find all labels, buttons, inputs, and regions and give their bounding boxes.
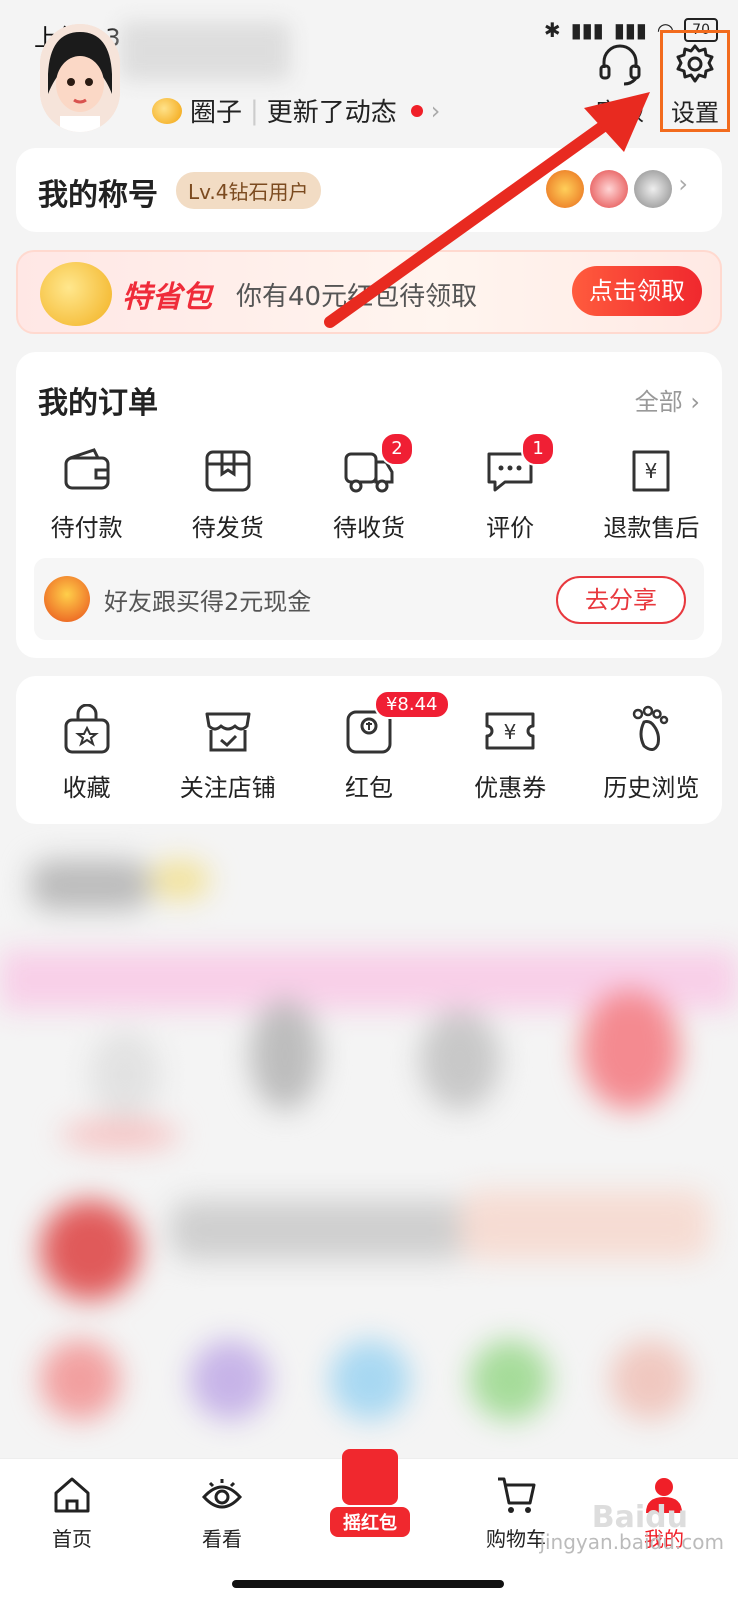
order-pending-payment[interactable]: 待付款 [22, 444, 152, 543]
title-card[interactable]: 我的称号 Lv.4钻石用户 › [16, 148, 722, 232]
promo-brand: 特省包 [122, 280, 212, 315]
bluetooth-icon: ✱ [543, 18, 561, 42]
tab-look-label: 看看 [202, 1527, 242, 1551]
promo-text: 你有40元红包待领取 [236, 282, 478, 312]
svg-text:¥: ¥ [645, 459, 658, 483]
order-pending-receive[interactable]: 2 待收货 [304, 432, 434, 543]
order-item-label: 评价 [486, 514, 535, 542]
order-badge: 1 [521, 432, 556, 466]
home-indicator[interactable] [232, 1580, 504, 1588]
tab-look[interactable]: 看看 [172, 1473, 272, 1552]
level-badge: Lv.4钻石用户 [176, 172, 321, 209]
medal-icon [634, 170, 673, 208]
share-text: 好友跟买得2元现金 [104, 588, 312, 616]
signal-icon-2: ▮▮▮ [613, 18, 647, 42]
wallet-icon [64, 448, 110, 490]
orders-title: 我的订单 [38, 386, 158, 421]
orders-all-link[interactable]: 全部 › [635, 382, 700, 417]
store-icon [205, 712, 251, 752]
medal-icon [590, 170, 629, 208]
blurred-username [120, 22, 290, 80]
refund-icon: ¥ [632, 450, 670, 492]
divider: | [250, 95, 259, 126]
tools-icon-row: 收藏 关注店铺 ¥8.44 红包 ¥ 优惠券 历史浏览 [16, 690, 722, 803]
blurred-recommendations [0, 840, 738, 1460]
tool-label: 优惠券 [474, 774, 547, 802]
promo-banner[interactable]: 特省包 你有40元红包待领取 点击领取 [16, 250, 722, 334]
customer-service-button[interactable]: 客服 [590, 40, 650, 127]
chevron-right-icon: › [430, 96, 441, 125]
tool-red-packet[interactable]: ¥8.44 红包 [304, 690, 450, 803]
share-button[interactable]: 去分享 [556, 576, 686, 624]
box-icon [205, 450, 251, 492]
tool-followed-stores[interactable]: 关注店铺 [163, 704, 293, 803]
tools-card: 收藏 关注店铺 ¥8.44 红包 ¥ 优惠券 历史浏览 [16, 676, 722, 824]
tool-coupons[interactable]: ¥ 优惠券 [445, 704, 575, 803]
headset-icon [599, 44, 641, 86]
tab-shake-label: 摇红包 [330, 1507, 410, 1537]
tool-label: 关注店铺 [179, 774, 276, 802]
share-bar: 好友跟买得2元现金 去分享 [34, 558, 704, 640]
tool-label: 历史浏览 [603, 774, 700, 802]
title-card-label: 我的称号 [38, 178, 158, 213]
claim-button[interactable]: 点击领取 [572, 266, 702, 316]
order-item-label: 待付款 [50, 514, 123, 542]
svg-text:¥: ¥ [504, 720, 517, 744]
tool-history[interactable]: 历史浏览 [586, 704, 716, 803]
orders-card: 我的订单 全部 › 待付款 待发货 2 待收货 1 评价 ¥ 退款售后 好友跟买… [16, 352, 722, 658]
order-item-label: 退款售后 [603, 514, 700, 542]
home-icon [54, 1477, 90, 1513]
medal-icon [546, 170, 585, 208]
eye-icon [201, 1479, 243, 1509]
tool-label: 红包 [344, 774, 393, 802]
quanzi-icon [152, 97, 182, 124]
cart-icon [498, 1477, 536, 1513]
customer-service-label: 客服 [596, 98, 644, 126]
red-packet-tab-icon [342, 1449, 398, 1505]
avatar[interactable] [40, 24, 120, 132]
order-refund[interactable]: ¥ 退款售后 [586, 444, 716, 543]
order-pending-ship[interactable]: 待发货 [163, 444, 293, 543]
coupon-icon: ¥ [485, 712, 535, 750]
tab-home-label: 首页 [52, 1527, 92, 1551]
medals: › [546, 170, 688, 208]
update-text: 更新了动态 [266, 98, 397, 128]
gear-icon [676, 44, 714, 83]
orders-all-label: 全部 [634, 388, 683, 416]
favorite-bag-icon [64, 704, 110, 754]
tool-label: 收藏 [62, 774, 111, 802]
tab-shake-red-packet[interactable]: 摇红包 [330, 1449, 410, 1537]
order-icon-row: 待付款 待发货 2 待收货 1 评价 ¥ 退款售后 [16, 432, 722, 543]
tool-favorites[interactable]: 收藏 [22, 704, 152, 803]
signal-icon: ▮▮▮ [570, 18, 604, 42]
order-badge: 2 [379, 432, 414, 466]
quanzi-row[interactable]: 圈子 | 更新了动态 › [152, 92, 440, 129]
settings-label: 设置 [671, 99, 719, 127]
red-envelope-icon [44, 576, 90, 622]
chevron-right-icon: › [678, 170, 688, 198]
notification-dot [410, 104, 423, 117]
order-review[interactable]: 1 评价 [445, 432, 575, 543]
order-item-label: 待发货 [191, 514, 264, 542]
footprint-icon [633, 705, 669, 751]
tab-home[interactable]: 首页 [22, 1473, 122, 1552]
quanzi-label: 圈子 [190, 98, 243, 128]
order-item-label: 待收货 [332, 514, 405, 542]
coin-icon [40, 262, 112, 326]
red-packet-badge: ¥8.44 [373, 690, 450, 719]
settings-button[interactable]: 设置 [660, 30, 730, 132]
watermark-site: jingyan.baidu.com [539, 1530, 724, 1554]
tab-cart-label: 购物车 [486, 1527, 546, 1551]
